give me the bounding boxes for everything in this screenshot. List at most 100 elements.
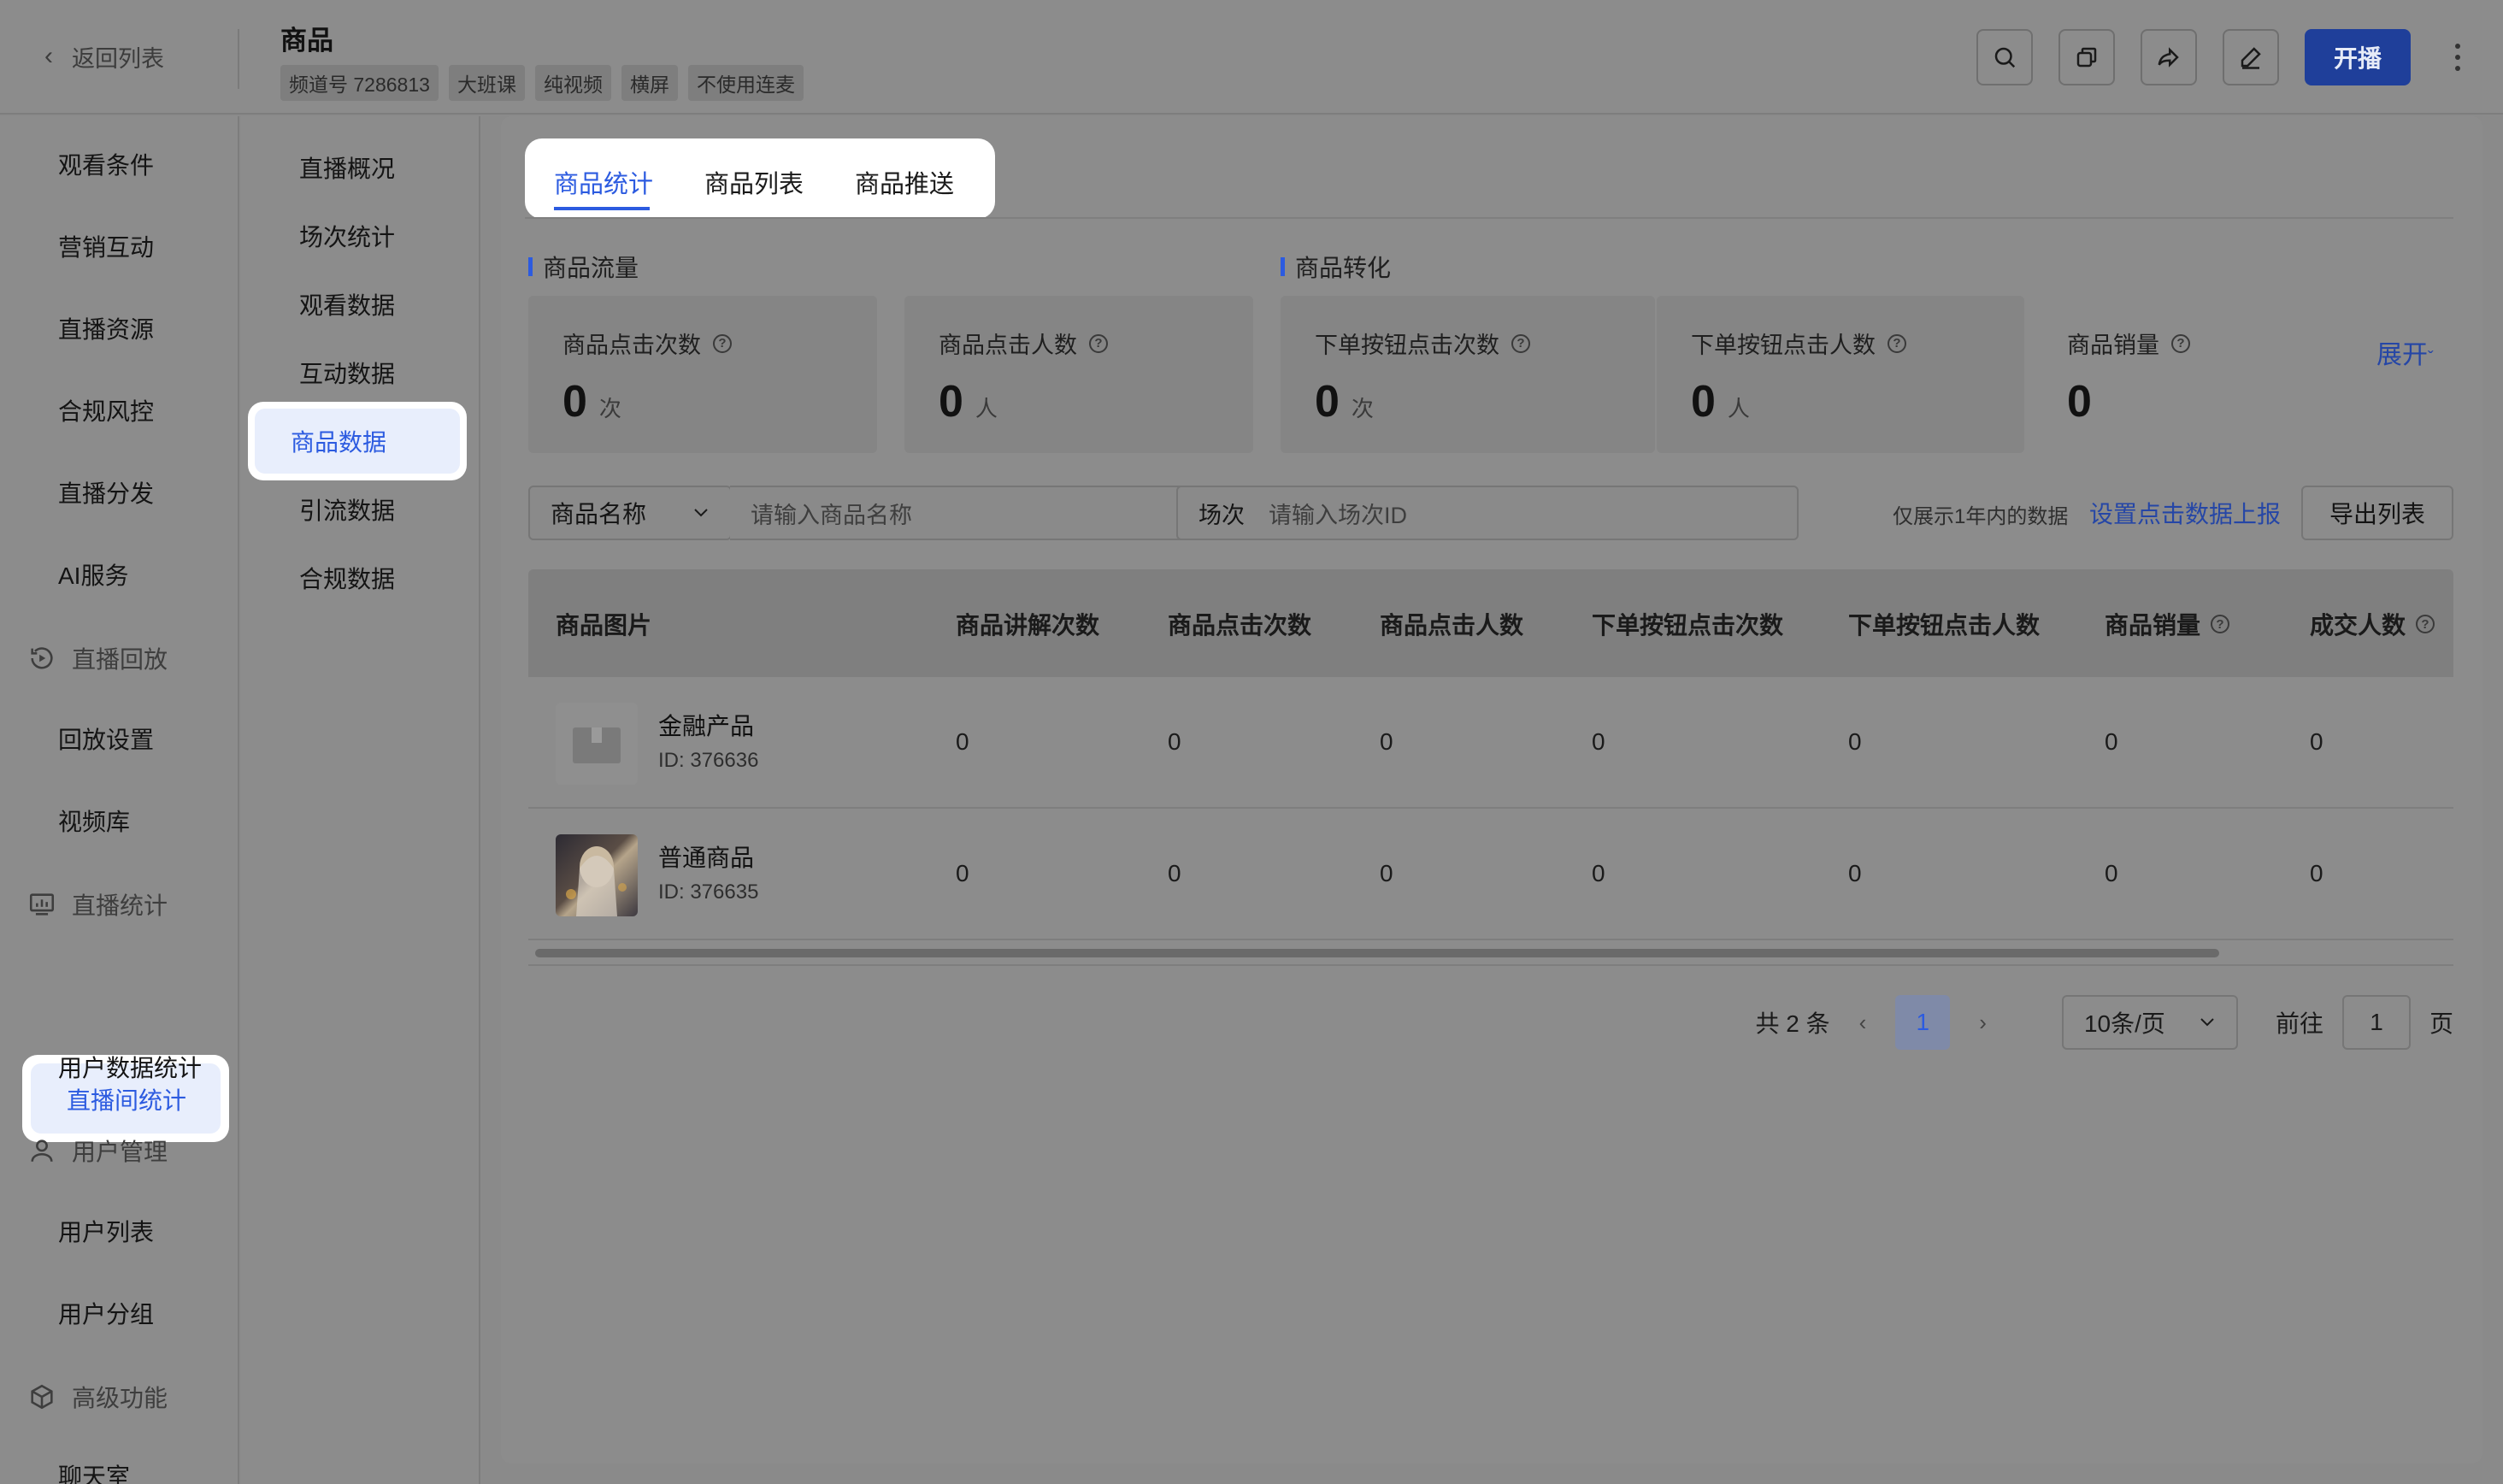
expand-label: 展开 xyxy=(2376,341,2428,369)
section-title-conversion: 商品转化 xyxy=(1281,250,1391,284)
channel-id-tag: 频道号 7286813 xyxy=(280,65,439,101)
subnav-item-session-stats[interactable]: 场次统计 xyxy=(299,221,395,255)
stat-card-order-clicks: 下单按钮点击次数 ? 0次 xyxy=(1281,296,1655,453)
pagination: 共 2 条 ‹ 1 › 10条/页 前往 1 页 xyxy=(1755,995,2453,1050)
share-button[interactable] xyxy=(2141,29,2197,85)
page-size-select[interactable]: 10条/页 xyxy=(2061,995,2238,1050)
table-cell: 0 xyxy=(2105,860,2118,886)
chevron-down-icon xyxy=(694,509,708,517)
sidebar-item-compliance[interactable]: 合规风控 xyxy=(58,395,154,429)
stat-unit: 人 xyxy=(975,396,998,421)
header-toolbar: 开播 xyxy=(1976,29,2503,85)
product-placeholder-image xyxy=(556,703,638,785)
tab-bar: 商品统计 商品列表 商品推送 xyxy=(525,138,995,219)
tab-product-push[interactable]: 商品推送 xyxy=(855,164,954,200)
subnav-item-compliance-data[interactable]: 合规数据 xyxy=(299,562,395,597)
more-vertical-icon xyxy=(2455,44,2460,71)
subnav-item-product-data[interactable]: 商品数据 xyxy=(248,402,467,480)
stat-label-text: 商品点击人数 xyxy=(939,333,1077,358)
column-header: 商品图片 xyxy=(556,612,652,639)
tab-product-stats[interactable]: 商品统计 xyxy=(554,164,653,200)
sidebar-item-replay-settings[interactable]: 回放设置 xyxy=(58,723,154,757)
table-cell: 0 xyxy=(1168,860,1181,886)
table-cell: 0 xyxy=(2105,728,2118,755)
section-marker xyxy=(528,257,533,276)
stat-value: 0人 xyxy=(1691,376,1750,427)
export-list-button[interactable]: 导出列表 xyxy=(2301,486,2453,540)
column-header: 下单按钮点击人数 xyxy=(1848,612,2041,639)
horizontal-scrollbar[interactable] xyxy=(535,949,2219,957)
help-icon[interactable]: ? xyxy=(2171,333,2190,353)
column-header: 商品讲解次数 xyxy=(956,612,1100,639)
sidebar-item-resources[interactable]: 直播资源 xyxy=(58,313,154,347)
back-to-list-link[interactable]: ‹ 返回列表 xyxy=(44,39,164,74)
help-icon[interactable]: ? xyxy=(2211,615,2230,633)
start-live-button[interactable]: 开播 xyxy=(2305,29,2411,85)
table-cell: 0 xyxy=(956,860,969,886)
scroll-track-divider xyxy=(528,964,2453,966)
data-range-hint: 仅展示1年内的数据 xyxy=(1893,505,2069,528)
media-type-tag: 纯视频 xyxy=(534,65,611,101)
product-id: ID: 376635 xyxy=(658,880,759,904)
stat-value: 0人 xyxy=(939,376,998,427)
sidebar-item-watch-conditions[interactable]: 观看条件 xyxy=(58,149,154,183)
stat-value: 0次 xyxy=(562,376,621,427)
sidebar-item-distribution[interactable]: 直播分发 xyxy=(58,477,154,511)
sidebar-item-chatroom[interactable]: 聊天室 xyxy=(58,1460,130,1484)
expand-toggle[interactable]: 展开ˇ xyxy=(2376,333,2434,371)
session-id-input[interactable]: 场次 请输入场次ID xyxy=(1176,486,1799,540)
help-icon[interactable]: ? xyxy=(2416,615,2435,633)
table-cell: 0 xyxy=(1848,860,1862,886)
sidebar-item-user-groups[interactable]: 用户分组 xyxy=(58,1298,154,1332)
top-header: ‹ 返回列表 商品 频道号 7286813 大班课 纯视频 横屏 不使用连麦 开… xyxy=(0,0,2503,115)
sidebar-group-user-management[interactable]: 用户管理 xyxy=(27,1134,168,1168)
help-icon[interactable]: ? xyxy=(1511,333,1530,353)
sidebar-item-video-library[interactable]: 视频库 xyxy=(58,805,130,839)
section-title-flow: 商品流量 xyxy=(528,250,639,284)
page-suffix: 页 xyxy=(2429,1010,2453,1037)
sidebar-group-replay[interactable]: 直播回放 xyxy=(27,641,168,675)
sidebar-item-label: 用户数据统计 xyxy=(58,1055,203,1081)
table-cell: 0 xyxy=(1592,728,1605,755)
sidebar-group-advanced[interactable]: 高级功能 xyxy=(27,1380,168,1414)
tab-product-list[interactable]: 商品列表 xyxy=(704,164,804,200)
column-header: 商品点击次数 xyxy=(1168,612,1312,639)
stat-label-text: 商品销量 xyxy=(2067,333,2159,358)
goto-label: 前往 xyxy=(2275,1010,2323,1037)
sidebar-group-label: 直播回放 xyxy=(72,646,168,673)
edit-button[interactable] xyxy=(2223,29,2279,85)
copy-button[interactable] xyxy=(2058,29,2115,85)
sidebar-item-marketing[interactable]: 营销互动 xyxy=(58,231,154,265)
help-icon[interactable]: ? xyxy=(1089,333,1108,353)
stat-value: 0次 xyxy=(1315,376,1374,427)
sidebar-item-user-list[interactable]: 用户列表 xyxy=(58,1216,154,1250)
subnav-item-traffic-data[interactable]: 引流数据 xyxy=(299,494,395,528)
prev-page-button[interactable]: ‹ xyxy=(1859,1010,1867,1036)
sidebar-item-user-data-stats[interactable]: 用户数据统计 xyxy=(58,1051,202,1086)
click-report-settings-link[interactable]: 设置点击数据上报 xyxy=(2089,496,2281,530)
chevron-down-icon: ˇ xyxy=(2428,349,2434,368)
table-cell: 0 xyxy=(1380,728,1393,755)
section-title-label: 商品转化 xyxy=(1295,255,1392,281)
subnav-item-view-data[interactable]: 观看数据 xyxy=(299,289,395,323)
page-number-button[interactable]: 1 xyxy=(1895,995,1951,1050)
share-icon xyxy=(2158,47,2179,68)
stat-card-order-clickers: 下单按钮点击人数 ? 0人 xyxy=(1657,296,2024,453)
help-icon[interactable]: ? xyxy=(1888,333,1906,353)
next-page-button[interactable]: › xyxy=(1979,1010,1987,1036)
filter-field-select[interactable]: 商品名称 xyxy=(528,486,732,540)
subnav-item-interaction-data[interactable]: 互动数据 xyxy=(299,357,395,392)
sidebar-item-ai-service[interactable]: AI服务 xyxy=(58,559,128,593)
stat-label: 商品点击人数 ? xyxy=(939,327,1108,360)
goto-page-input[interactable]: 1 xyxy=(2341,995,2411,1050)
sidebar-group-statistics[interactable]: 直播统计 xyxy=(27,887,168,922)
subnav-item-overview[interactable]: 直播概况 xyxy=(299,152,395,186)
help-icon[interactable]: ? xyxy=(713,333,732,353)
stat-label: 下单按钮点击人数 ? xyxy=(1691,327,1906,360)
table-cell: 0 xyxy=(1168,728,1181,755)
search-button[interactable] xyxy=(1976,29,2033,85)
stat-label: 商品点击次数 ? xyxy=(562,327,732,360)
left-sidebar: 观看条件 营销互动 直播资源 合规风控 直播分发 AI服务 直播回放 回放设置 … xyxy=(0,116,239,1484)
table-row: 金融产品 ID: 376636 0 0 0 0 0 0 0 xyxy=(528,677,2453,809)
more-options-button[interactable] xyxy=(2445,29,2471,85)
